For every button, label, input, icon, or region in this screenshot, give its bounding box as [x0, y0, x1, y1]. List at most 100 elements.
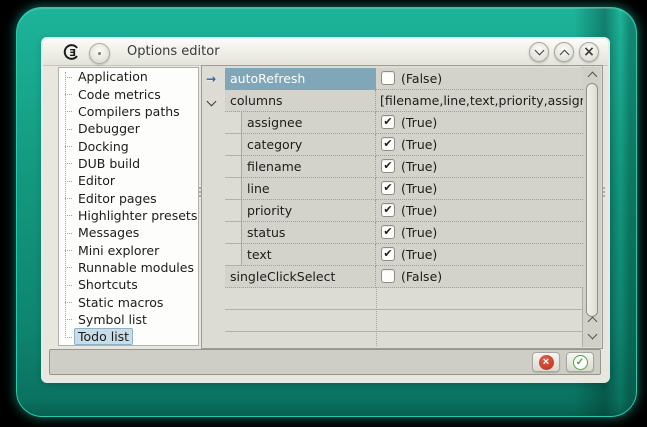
titlebar[interactable]: Ǝ Options editor × [43, 39, 608, 66]
scroll-up-icon[interactable] [589, 318, 596, 325]
property-value-priority[interactable]: ✔ (True) [376, 200, 583, 222]
tree-item-label[interactable]: Editor [74, 172, 119, 189]
value-label: (True) [401, 222, 437, 243]
scrollbar-thumb[interactable] [586, 83, 598, 317]
property-name-singleClickSelect[interactable]: singleClickSelect [225, 266, 376, 288]
sidebar-item-static-macros[interactable]: Static macros [74, 293, 198, 310]
cancel-button[interactable]: × [532, 352, 560, 372]
property-value-assignee[interactable]: ✔ (True) [376, 112, 583, 134]
tree-item-label[interactable]: Docking [74, 138, 133, 155]
tree-item-label[interactable]: Shortcuts [74, 276, 142, 293]
button-bar: × ✓ [49, 349, 601, 375]
checkbox-filename[interactable]: ✔ [381, 159, 395, 173]
value-label: (True) [401, 244, 437, 265]
close-icon: × [580, 43, 598, 61]
sidebar-item-compilers-paths[interactable]: Compilers paths [74, 103, 198, 120]
sidebar-item-highlighter-presets[interactable]: Highlighter presets [74, 207, 198, 224]
tree-item-label[interactable]: Compilers paths [74, 103, 184, 120]
tree-item-label[interactable]: Editor pages [74, 190, 161, 207]
minimize-button[interactable] [529, 42, 549, 62]
sidebar-item-symbol-list[interactable]: Symbol list [74, 311, 198, 328]
checkbox-autoRefresh[interactable] [381, 71, 395, 85]
chevron-up-icon [560, 50, 570, 60]
current-row-arrow-icon: → [206, 68, 222, 90]
tree-item-label[interactable]: Code metrics [74, 86, 165, 103]
value-label: (True) [401, 112, 437, 133]
property-name-columns[interactable]: columns [225, 90, 376, 112]
tree-item-label[interactable]: Highlighter presets [74, 207, 199, 224]
property-name-category[interactable]: category [241, 134, 376, 156]
property-name-autoRefresh[interactable]: autoRefresh [225, 68, 376, 90]
tree-item-label[interactable]: Debugger [74, 120, 144, 137]
options-editor-window: Ǝ Options editor × ApplicationCode metri… [43, 39, 608, 381]
scroll-up-icon[interactable] [589, 73, 596, 80]
maximize-button[interactable] [554, 42, 574, 62]
tree-item-label[interactable]: Application [74, 68, 152, 85]
app-logo-letter: Ǝ [69, 48, 76, 59]
property-value-status[interactable]: ✔ (True) [376, 222, 583, 244]
property-value-line[interactable]: ✔ (True) [376, 178, 583, 200]
tree-item-label[interactable]: Todo list [74, 328, 133, 345]
property-name-assignee[interactable]: assignee [241, 112, 376, 134]
ok-icon: ✓ [573, 355, 588, 370]
sidebar-item-editor[interactable]: Editor [74, 172, 198, 189]
value-label: (True) [401, 200, 437, 221]
property-name-line[interactable]: line [241, 178, 376, 200]
property-name-text[interactable]: text [241, 244, 376, 266]
sidebar-item-editor-pages[interactable]: Editor pages [74, 189, 198, 206]
scroll-down-icon[interactable] [589, 331, 596, 338]
options-tree: ApplicationCode metricsCompilers pathsDe… [58, 67, 199, 346]
value-label: (False) [401, 68, 442, 89]
chevron-down-icon [535, 46, 545, 56]
value-label: (False) [401, 266, 442, 287]
ok-button[interactable]: ✓ [566, 352, 594, 372]
checkbox-priority[interactable]: ✔ [381, 203, 395, 217]
property-gutter: → [202, 68, 225, 348]
checkbox-status[interactable]: ✔ [381, 225, 395, 239]
desktop-background: Ǝ Options editor × ApplicationCode metri… [0, 0, 647, 427]
value-label: (True) [401, 134, 437, 155]
sidebar-item-dub-build[interactable]: DUB build [74, 155, 198, 172]
cancel-icon: × [539, 355, 554, 370]
app-icon: Ǝ [63, 43, 81, 61]
vertical-scrollbar[interactable] [582, 67, 601, 347]
sidebar-item-shortcuts[interactable]: Shortcuts [74, 276, 198, 293]
tree-item-label[interactable]: Static macros [74, 294, 167, 311]
property-value-text[interactable]: ✔ (True) [376, 244, 583, 266]
window-menu-button[interactable] [89, 43, 110, 64]
property-name-filename[interactable]: filename [241, 156, 376, 178]
tree-item-label[interactable]: Mini explorer [74, 242, 163, 259]
sidebar-item-application[interactable]: Application [74, 68, 198, 85]
property-value-category[interactable]: ✔ (True) [376, 134, 583, 156]
sidebar-item-debugger[interactable]: Debugger [74, 120, 198, 137]
menu-dot-icon [98, 52, 101, 55]
property-value-filename[interactable]: ✔(True) [376, 156, 583, 178]
collapse-chevron-icon[interactable] [208, 90, 224, 112]
sidebar-item-todo-list[interactable]: Todo list [74, 328, 198, 345]
checkbox-assignee[interactable]: ✔ [381, 115, 395, 129]
checkbox-line[interactable]: ✔ [381, 181, 395, 195]
sidebar-item-mini-explorer[interactable]: Mini explorer [74, 241, 198, 258]
sidebar-item-code-metrics[interactable]: Code metrics [74, 85, 198, 102]
tree-item-label[interactable]: Runnable modules [74, 259, 198, 276]
property-name-priority[interactable]: priority [241, 200, 376, 222]
property-name-status[interactable]: status [241, 222, 376, 244]
value-text: [filename,line,text,priority,assigne [380, 90, 583, 111]
value-label: (True) [401, 178, 437, 199]
close-button[interactable]: × [579, 42, 599, 62]
checkbox-category[interactable]: ✔ [381, 137, 395, 151]
tree-item-label[interactable]: Symbol list [74, 311, 151, 328]
sidebar-item-docking[interactable]: Docking [74, 137, 198, 154]
sidebar-item-runnable-modules[interactable]: Runnable modules [74, 259, 198, 276]
window-frame: Ǝ Options editor × ApplicationCode metri… [16, 7, 637, 417]
property-value-singleClickSelect[interactable]: (False) [376, 266, 583, 288]
checkbox-singleClickSelect[interactable] [381, 269, 395, 283]
sidebar-item-messages[interactable]: Messages [74, 224, 198, 241]
property-value-autoRefresh[interactable]: (False) [376, 68, 583, 90]
tree-item-label[interactable]: Messages [74, 224, 143, 241]
checkbox-text[interactable]: ✔ [381, 247, 395, 261]
tree-item-label[interactable]: DUB build [74, 155, 144, 172]
property-value-columns[interactable]: [filename,line,text,priority,assigne [376, 90, 583, 112]
property-grid: → autoRefresh (False) columns[filename,lin… [201, 65, 603, 349]
resize-grip-icon[interactable] [603, 185, 606, 201]
